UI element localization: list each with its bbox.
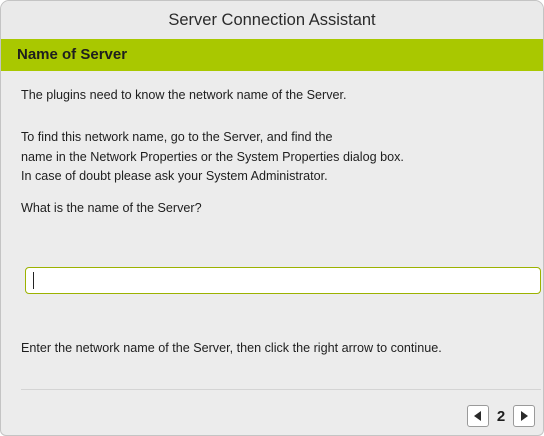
divider: [21, 389, 541, 390]
intro-text: The plugins need to know the network nam…: [21, 88, 347, 102]
page-number: 2: [496, 407, 506, 425]
server-name-input[interactable]: [25, 267, 541, 294]
instructions-line: In case of doubt please ask your System …: [21, 169, 328, 183]
question-text: What is the name of the Server?: [21, 201, 202, 215]
window-title: Server Connection Assistant: [1, 1, 543, 39]
instructions-line: To find this network name, go to the Ser…: [21, 130, 333, 144]
previous-button[interactable]: [467, 405, 489, 427]
next-button[interactable]: [513, 405, 535, 427]
assistant-window: Server Connection Assistant Name of Serv…: [0, 0, 544, 436]
page-navigation: 2: [467, 405, 535, 427]
text-caret: [33, 272, 34, 289]
hint-text: Enter the network name of the Server, th…: [21, 341, 442, 355]
right-arrow-icon: [521, 411, 528, 421]
section-title: Name of Server: [1, 39, 543, 71]
left-arrow-icon: [474, 411, 481, 421]
instructions-line: name in the Network Properties or the Sy…: [21, 149, 404, 164]
instructions-text: To find this network name, go to the Ser…: [21, 128, 404, 187]
